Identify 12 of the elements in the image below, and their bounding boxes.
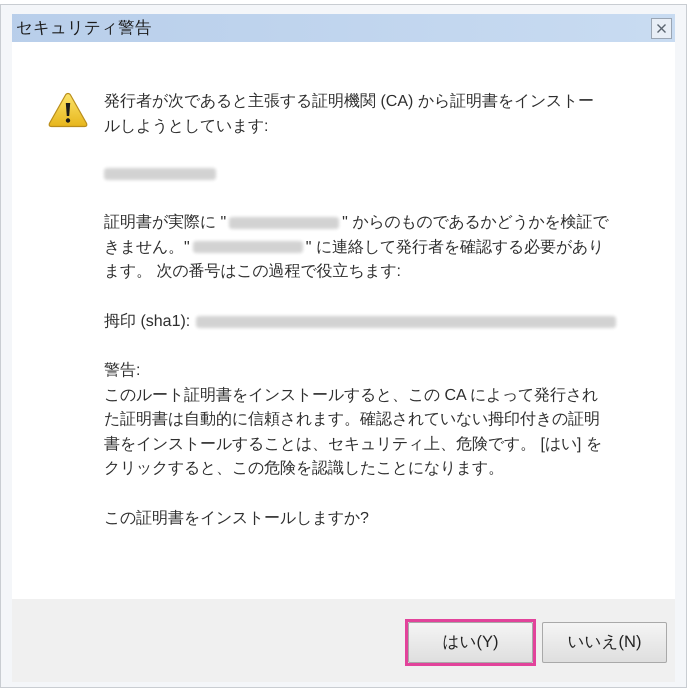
close-button[interactable] — [651, 18, 672, 38]
close-icon — [657, 24, 666, 32]
dialog-button[interactable]: いいえ(N) — [542, 622, 667, 663]
dialog-button[interactable]: はい(Y) — [408, 622, 533, 663]
intro-text: 発行者が次であると主張する証明機関 (CA) から証明書をインストールしようとしています: — [104, 92, 595, 136]
verification-text: 証明書が実際に " " からのものであるかどうかを検証できません。" " に連絡して発行者を確認する必要があります。 次の番号はこの過程で役立ちます: — [104, 212, 610, 282]
warning-text: このルート証明書をインストールすると、この CA によって発行された証明書は自動的に信頼されます。確認されていない拇印付きの証明書をインストールすることは、セキュリティ上、危険です。 [はい] をクリックすると、この危険を認識したことになります。 — [104, 386, 603, 479]
thumbprint-label: 拇印 (sha1): — [104, 312, 190, 332]
question-text: この証明書をインストールしますか? — [104, 508, 369, 528]
warning-icon — [48, 92, 88, 128]
warning-heading: 警告: — [104, 360, 140, 381]
window-title: セキュリティ警告 — [16, 18, 152, 39]
